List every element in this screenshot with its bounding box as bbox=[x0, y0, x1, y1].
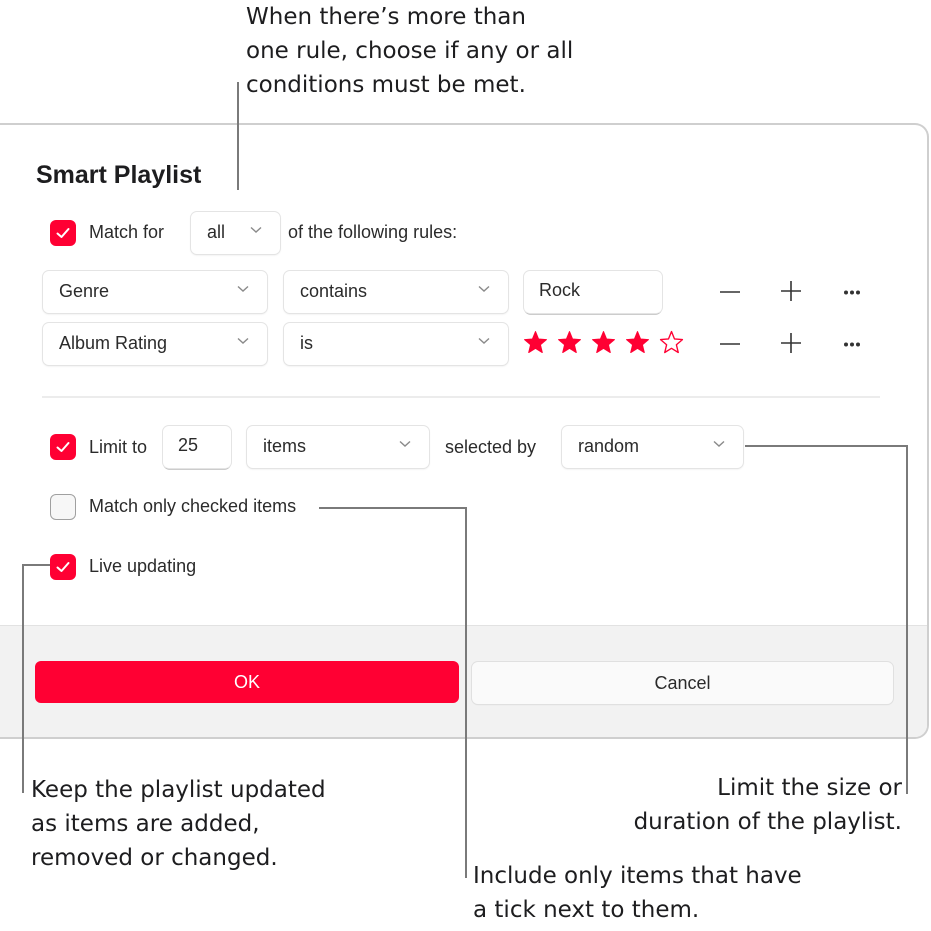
rule-operator-value: contains bbox=[300, 281, 368, 301]
remove-rule-button[interactable] bbox=[719, 342, 741, 346]
rule-value-input[interactable]: Rock bbox=[524, 271, 662, 313]
callout-match-rule: When there’s more than one rule, choose … bbox=[246, 4, 574, 98]
match-only-checked-checkbox[interactable] bbox=[50, 494, 76, 520]
live-updating-label: Live updating bbox=[89, 556, 197, 576]
remove-rule-button[interactable] bbox=[719, 290, 741, 294]
star-empty-icon[interactable] bbox=[659, 330, 684, 355]
callout-limit: Limit the size or duration of the playli… bbox=[633, 775, 902, 835]
live-updating-checkbox[interactable] bbox=[50, 554, 76, 580]
star-filled-icon[interactable] bbox=[591, 330, 616, 355]
add-rule-button[interactable] bbox=[780, 280, 802, 302]
match-mode-value: all bbox=[207, 222, 226, 242]
star-filled-icon[interactable] bbox=[625, 330, 650, 355]
limit-value-text: 25 bbox=[178, 435, 199, 455]
checkmark-icon bbox=[56, 442, 70, 452]
rule-field-value: Genre bbox=[59, 281, 110, 301]
chevron-down-icon bbox=[237, 337, 249, 344]
rule-field-value: Album Rating bbox=[59, 333, 168, 353]
match-checkbox[interactable] bbox=[50, 220, 76, 246]
limit-checkbox[interactable] bbox=[50, 434, 76, 460]
leader-line-limit-v bbox=[906, 445, 908, 794]
leader-line-live-updating-h bbox=[22, 564, 50, 566]
section-divider bbox=[42, 396, 880, 398]
rule-operator-select[interactable]: contains bbox=[284, 271, 508, 313]
rule-operator-select[interactable]: is bbox=[284, 323, 508, 365]
selected-by-value: random bbox=[578, 436, 640, 456]
match-only-checked-label: Match only checked items bbox=[89, 496, 297, 516]
selected-by-label: selected by bbox=[445, 437, 537, 457]
selected-by-select[interactable]: random bbox=[562, 426, 743, 468]
rule-field-select[interactable]: Genre bbox=[43, 271, 267, 313]
dialog-title: Smart Playlist bbox=[36, 161, 202, 189]
chevron-down-icon bbox=[713, 440, 725, 447]
rule-value-text: Rock bbox=[539, 280, 581, 300]
leader-line-checked-v bbox=[465, 507, 467, 878]
callout-live-updating: Keep the playlist updated as items are a… bbox=[31, 777, 326, 871]
chevron-down-icon bbox=[478, 337, 490, 344]
leader-line-limit-h bbox=[745, 445, 908, 447]
chevron-down-icon bbox=[237, 285, 249, 292]
rule-operator-value: is bbox=[300, 333, 313, 353]
dialog-footer: OK Cancel bbox=[0, 625, 927, 737]
leader-line-checked-h bbox=[319, 507, 467, 509]
match-for-label: Match for bbox=[89, 222, 165, 242]
rule-field-select[interactable]: Album Rating bbox=[43, 323, 267, 365]
star-filled-icon[interactable] bbox=[523, 330, 548, 355]
following-rules-label: of the following rules: bbox=[288, 222, 458, 242]
cancel-button[interactable]: Cancel bbox=[472, 662, 893, 704]
leader-line-live-updating-v bbox=[22, 564, 24, 793]
limit-unit-select[interactable]: items bbox=[247, 426, 429, 468]
leader-line-match bbox=[237, 82, 239, 190]
rule-more-button[interactable] bbox=[843, 290, 861, 295]
add-rule-button[interactable] bbox=[780, 332, 802, 354]
limit-to-label: Limit to bbox=[89, 437, 148, 457]
callout-checked-items: Include only items that have a tick next… bbox=[473, 863, 802, 923]
checkmark-icon bbox=[56, 228, 70, 238]
rule-more-button[interactable] bbox=[843, 342, 861, 347]
ok-button[interactable]: OK bbox=[35, 661, 459, 703]
match-mode-select[interactable]: all bbox=[191, 212, 280, 254]
chevron-down-icon bbox=[478, 285, 490, 292]
chevron-down-icon bbox=[250, 226, 262, 233]
star-filled-icon[interactable] bbox=[557, 330, 582, 355]
checkmark-icon bbox=[56, 562, 70, 572]
star-rating[interactable] bbox=[523, 330, 684, 355]
chevron-down-icon bbox=[399, 440, 411, 447]
limit-unit-value: items bbox=[263, 436, 307, 456]
limit-value-input[interactable]: 25 bbox=[163, 426, 231, 468]
